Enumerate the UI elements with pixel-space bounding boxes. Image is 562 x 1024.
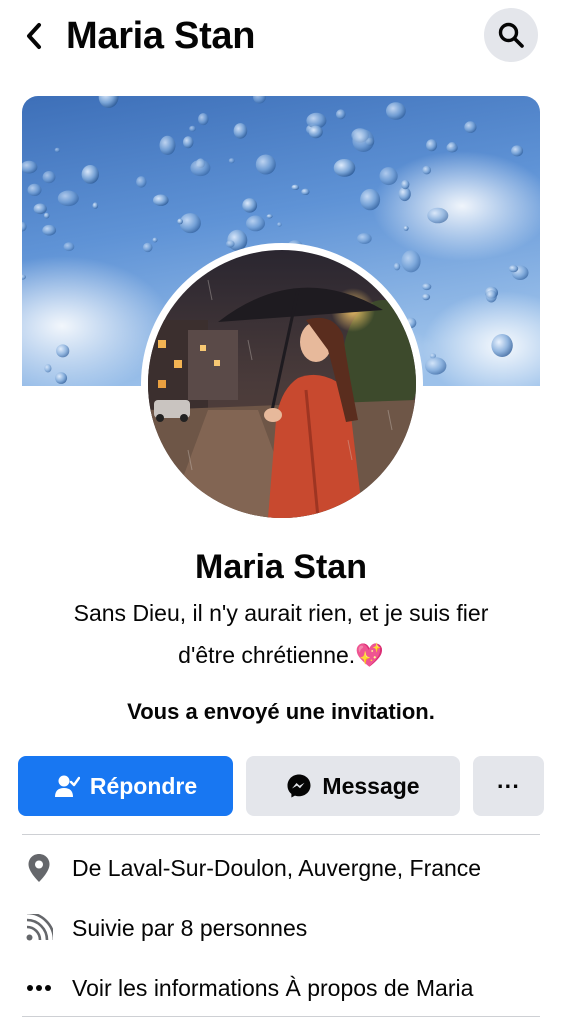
raindrop [491,334,513,357]
raindrop [152,237,158,243]
message-button-label: Message [322,772,420,799]
raindrop [43,212,50,219]
respond-button[interactable]: Répondre [18,756,233,816]
raindrop [56,344,70,358]
message-button[interactable]: Message [246,756,460,816]
raindrop [425,357,447,375]
profile-bio: Sans Dieu, il n'y aurait rien, et je sui… [30,592,532,676]
section-divider [22,834,540,835]
raindrop [136,176,147,188]
raindrop [266,214,273,219]
raindrop [54,147,61,153]
raindrop [485,290,497,303]
profile-name: Maria Stan [195,548,367,586]
raindrop [242,198,258,213]
raindrop [401,250,421,273]
raindrop [228,158,235,164]
search-icon [498,22,524,48]
back-button[interactable] [20,18,48,54]
raindrop [422,293,431,301]
invitation-notice: Vous a envoyé une invitation. [127,699,435,724]
top-bar: Maria Stan [0,0,562,72]
info-followers-row: Suivie par 8 personnes [22,906,540,950]
raindrop [81,165,99,184]
raindrop [159,135,176,155]
more-dots-icon [22,984,56,992]
raindrop [308,125,323,139]
raindrop [422,165,432,175]
raindrop [183,136,194,149]
raindrop [426,139,438,152]
info-about-row[interactable]: Voir les informations À propos de Maria [22,966,540,1010]
more-options-icon: ··· [497,772,520,799]
raindrop [92,202,99,209]
raindrop [357,233,372,244]
section-divider-bottom [22,1016,540,1017]
raindrop [277,222,282,227]
raindrop [386,102,406,120]
raindrop [190,159,211,177]
sparkling-heart-emoji: 💖 [355,642,384,668]
messenger-icon [286,773,312,799]
raindrop [42,171,56,184]
raindrop [401,179,410,190]
raindrop [57,190,79,207]
raindrop [393,262,401,271]
raindrop [55,372,68,384]
raindrop [301,188,310,195]
raindrop [352,129,375,152]
raindrop [177,218,183,225]
raindrop [189,125,196,132]
raindrop [33,203,47,215]
raindrop [42,224,57,236]
bio-line-2: d'être chrétienne. [178,642,356,668]
location-pin-icon [22,853,56,883]
raindrop [508,265,519,273]
page-title: Maria Stan [66,15,256,57]
raindrop [422,283,432,291]
raindrop [233,123,248,139]
respond-button-label: Répondre [89,772,198,799]
raindrop [403,225,409,231]
info-followers-text: Suivie par 8 personnes [72,914,308,941]
raindrop [446,142,458,153]
raindrop [464,121,477,133]
avatar[interactable] [148,250,416,518]
raindrop [142,242,153,253]
info-about-link[interactable]: Voir les informations À propos de Maria [72,975,473,1002]
raindrop [427,207,449,224]
raindrop [153,194,169,206]
raindrop [27,183,42,196]
raindrop [255,154,276,175]
raindrop [226,240,235,248]
raindrop [179,213,201,234]
raindrop [198,113,209,126]
chevron-left-icon [27,23,41,49]
raindrop [333,159,356,177]
raindrop [360,188,381,211]
person-check-icon [54,774,80,798]
raindrop [511,145,524,157]
more-options-button[interactable]: ··· [473,756,544,816]
raindrop [291,184,300,190]
raindrop [379,167,398,186]
raindrop [336,109,346,120]
raindrop [44,364,52,373]
info-location-row: De Laval-Sur-Doulon, Auvergne, France [22,846,540,890]
info-location-text: De Laval-Sur-Doulon, Auvergne, France [72,854,482,881]
raindrop [246,215,265,232]
rss-feed-icon [22,914,56,942]
search-button[interactable] [484,8,538,62]
bio-line-1: Sans Dieu, il n'y aurait rien, et je sui… [73,600,489,626]
raindrop [63,242,75,252]
